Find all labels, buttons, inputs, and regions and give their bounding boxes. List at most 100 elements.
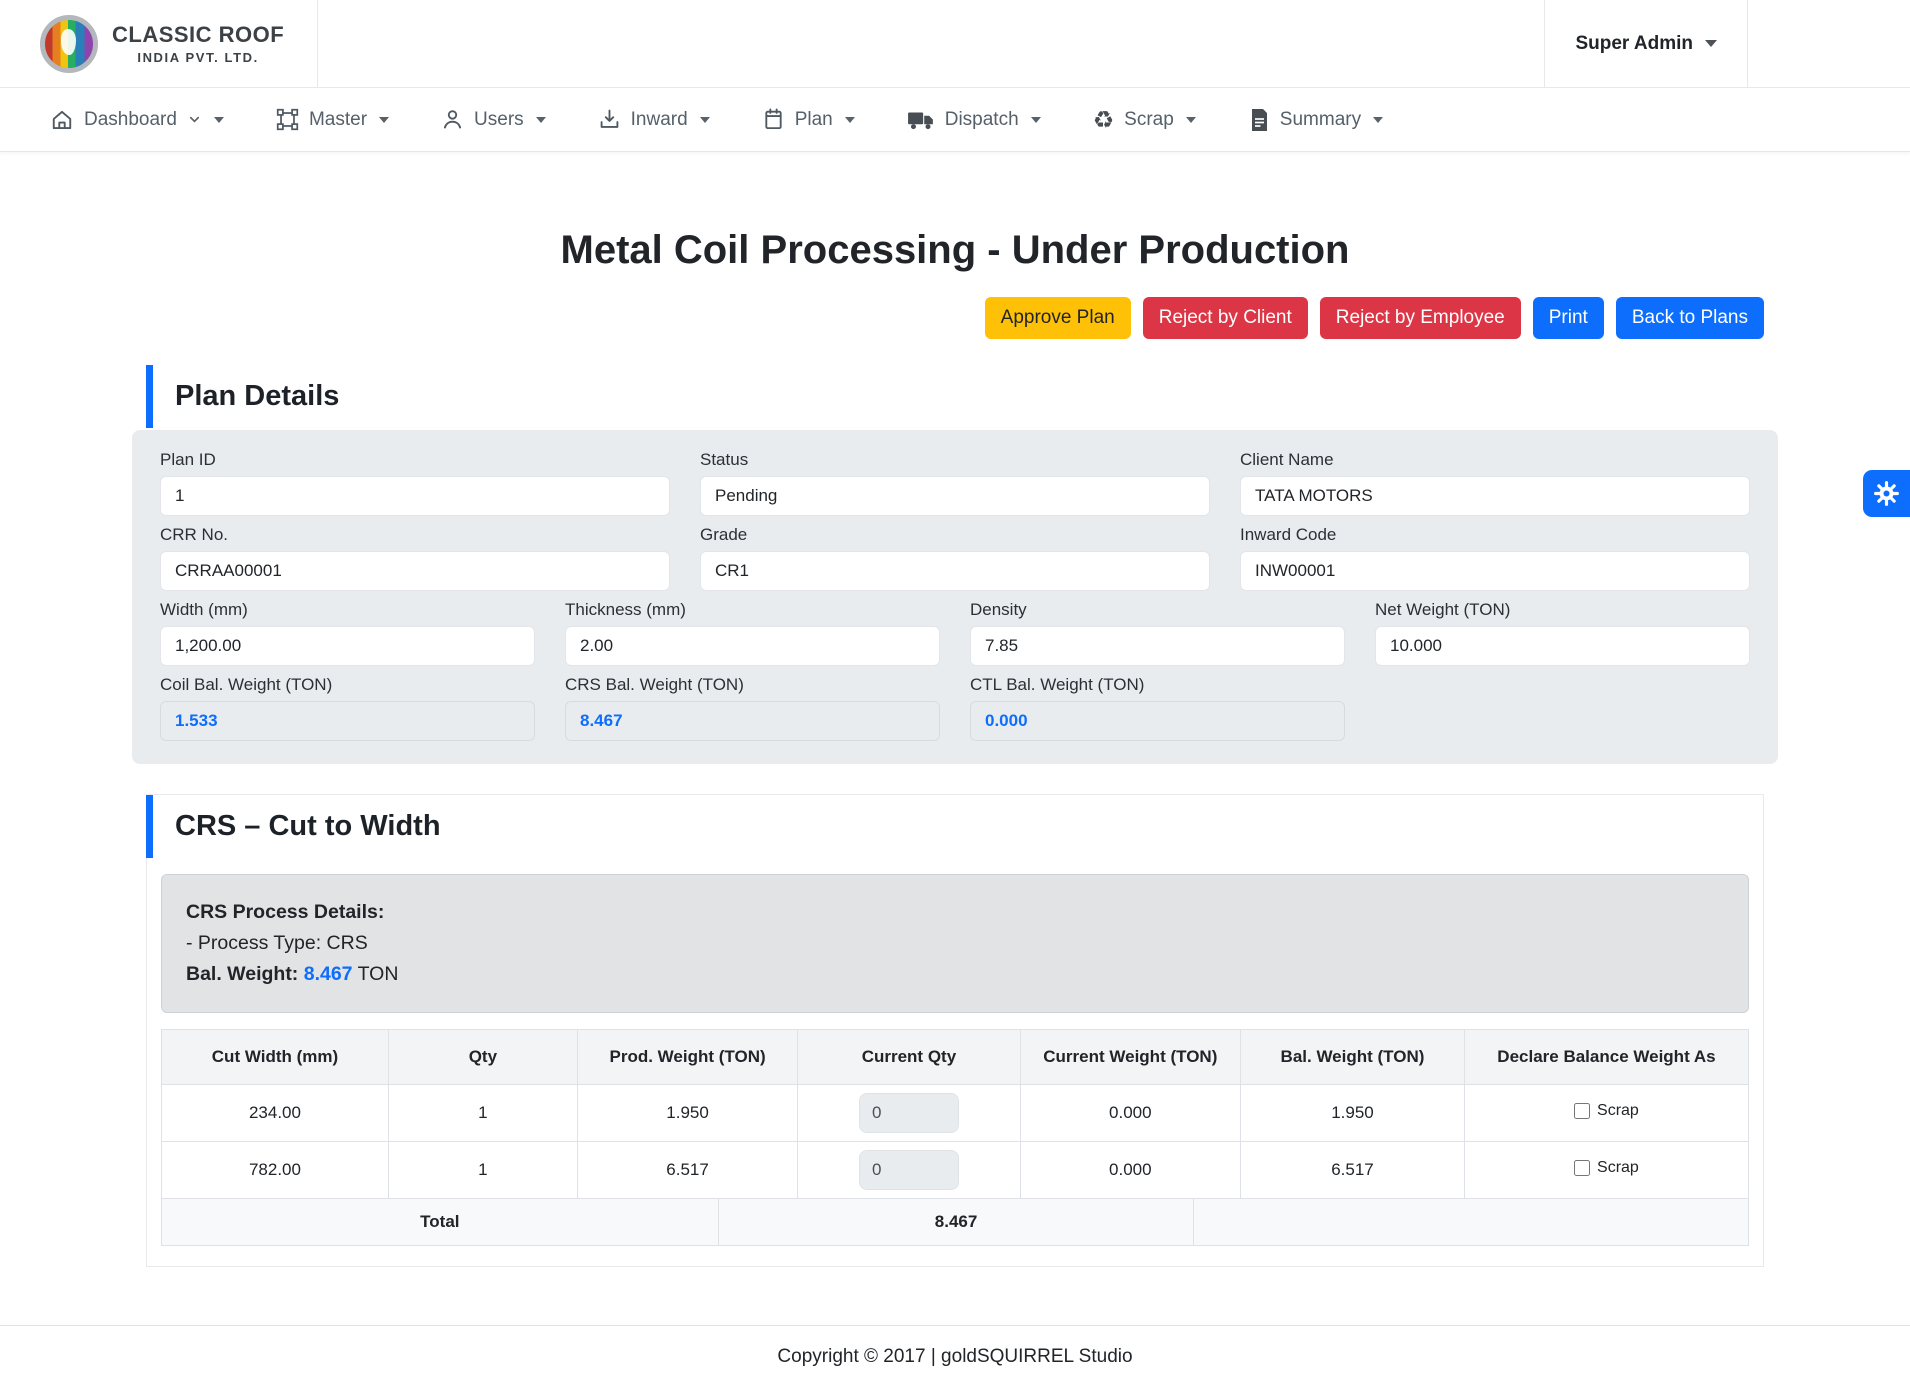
bal-weight-unit: TON xyxy=(358,963,399,985)
table-total-row: Total 8.467 xyxy=(161,1199,1749,1246)
bal-weight-cell: 6.517 xyxy=(1241,1142,1465,1199)
prod-weight-cell: 1.950 xyxy=(577,1085,798,1142)
total-value: 8.467 xyxy=(719,1199,1195,1245)
process-bal-line: Bal. Weight: 8.467 TON xyxy=(186,959,1724,990)
field-density: Density xyxy=(970,600,1345,666)
nav-label: Dispatch xyxy=(945,109,1019,131)
nav-label: Dashboard xyxy=(84,109,177,131)
user-menu[interactable]: Super Admin xyxy=(1544,0,1748,87)
user-menu-label: Super Admin xyxy=(1575,33,1693,55)
field-client-name: Client Name xyxy=(1240,450,1750,516)
file-text-icon xyxy=(1248,108,1270,132)
crs-heading: CRS – Cut to Width xyxy=(146,795,1763,858)
process-type-line: - Process Type: CRS xyxy=(186,928,1724,959)
caret-down-icon xyxy=(1373,117,1383,123)
field-label: Net Weight (TON) xyxy=(1375,600,1750,620)
client-name-input[interactable] xyxy=(1240,476,1750,516)
caret-down-icon xyxy=(1031,117,1041,123)
scrap-label: Scrap xyxy=(1597,1159,1639,1177)
reject-by-client-button[interactable]: Reject by Client xyxy=(1143,297,1308,339)
field-label: Inward Code xyxy=(1240,525,1750,545)
brand-logo-icon xyxy=(40,15,98,73)
main-content: Metal Coil Processing - Under Production… xyxy=(132,228,1778,1267)
nav-item-master[interactable]: Master xyxy=(276,108,389,131)
declare-cell: Scrap xyxy=(1464,1085,1748,1142)
nav-item-plan[interactable]: Plan xyxy=(762,108,855,131)
scrap-option[interactable]: Scrap xyxy=(1574,1159,1639,1177)
nav-item-users[interactable]: Users xyxy=(441,108,546,131)
settings-button[interactable] xyxy=(1863,470,1910,517)
field-label: Client Name xyxy=(1240,450,1750,470)
field-grade: Grade xyxy=(700,525,1210,591)
qty-cell: 1 xyxy=(388,1085,577,1142)
brand[interactable]: CLASSIC ROOF INDIA PVT. LTD. xyxy=(0,0,318,87)
crs-section: CRS – Cut to Width CRS Process Details: … xyxy=(146,794,1764,1267)
caret-down-icon xyxy=(1186,117,1196,123)
field-label: Grade xyxy=(700,525,1210,545)
scrap-option[interactable]: Scrap xyxy=(1574,1102,1639,1120)
declare-cell: Scrap xyxy=(1464,1142,1748,1199)
total-label: Total xyxy=(162,1199,719,1245)
table-row: 782.00 1 6.517 0.000 6.517 Scrap xyxy=(162,1142,1749,1199)
width-input[interactable] xyxy=(160,626,535,666)
field-label: CRR No. xyxy=(160,525,670,545)
nav-label: Plan xyxy=(795,109,833,131)
brand-subtitle: INDIA PVT. LTD. xyxy=(112,50,284,65)
scrap-label: Scrap xyxy=(1597,1102,1639,1120)
net-weight-input[interactable] xyxy=(1375,626,1750,666)
nav-item-dispatch[interactable]: Dispatch xyxy=(907,108,1041,132)
field-label: CRS Bal. Weight (TON) xyxy=(565,675,940,695)
field-inward-code: Inward Code xyxy=(1240,525,1750,591)
box-arrow-in-down-icon xyxy=(598,108,621,131)
status-input[interactable] xyxy=(700,476,1210,516)
reject-by-employee-button[interactable]: Reject by Employee xyxy=(1320,297,1521,339)
caret-down-icon xyxy=(1705,40,1717,47)
crs-bal-weight-input xyxy=(565,701,940,741)
scrap-checkbox[interactable] xyxy=(1574,1160,1590,1176)
top-header: CLASSIC ROOF INDIA PVT. LTD. Super Admin xyxy=(0,0,1910,88)
topbar-right-pad xyxy=(1748,0,1910,87)
approve-plan-button[interactable]: Approve Plan xyxy=(985,297,1131,339)
nav-item-inward[interactable]: Inward xyxy=(598,108,710,131)
inward-code-input[interactable] xyxy=(1240,551,1750,591)
field-net-weight: Net Weight (TON) xyxy=(1375,600,1750,666)
cut-width-cell: 234.00 xyxy=(162,1085,389,1142)
brand-text: CLASSIC ROOF INDIA PVT. LTD. xyxy=(112,22,284,65)
field-thickness: Thickness (mm) xyxy=(565,600,940,666)
nav-label: Users xyxy=(474,109,524,131)
total-empty-cell xyxy=(1194,1199,1748,1245)
gear-icon xyxy=(1873,480,1900,507)
table-header-row: Cut Width (mm) Qty Prod. Weight (TON) Cu… xyxy=(162,1030,1749,1085)
current-weight-cell: 0.000 xyxy=(1020,1142,1241,1199)
field-label: CTL Bal. Weight (TON) xyxy=(970,675,1345,695)
vector-square-icon xyxy=(276,108,299,131)
nav-label: Scrap xyxy=(1124,109,1174,131)
crs-table: Cut Width (mm) Qty Prod. Weight (TON) Cu… xyxy=(161,1029,1749,1199)
density-input[interactable] xyxy=(970,626,1345,666)
nav-item-scrap[interactable]: ♻ Scrap xyxy=(1093,108,1196,132)
nav-item-summary[interactable]: Summary xyxy=(1248,108,1383,132)
plan-id-input[interactable] xyxy=(160,476,670,516)
col-current-weight: Current Weight (TON) xyxy=(1020,1030,1241,1085)
grade-input[interactable] xyxy=(700,551,1210,591)
main-nav: Dashboard Master Users Inward Plan xyxy=(0,88,1910,152)
back-to-plans-button[interactable]: Back to Plans xyxy=(1616,297,1764,339)
thickness-input[interactable] xyxy=(565,626,940,666)
bal-weight-label: Bal. Weight: xyxy=(186,963,298,985)
print-button[interactable]: Print xyxy=(1533,297,1604,339)
col-qty: Qty xyxy=(388,1030,577,1085)
col-declare-balance: Declare Balance Weight As xyxy=(1464,1030,1748,1085)
current-qty-input[interactable] xyxy=(859,1150,959,1190)
scrap-checkbox[interactable] xyxy=(1574,1103,1590,1119)
current-qty-input[interactable] xyxy=(859,1093,959,1133)
crr-no-input[interactable] xyxy=(160,551,670,591)
field-label: Thickness (mm) xyxy=(565,600,940,620)
plan-details-heading: Plan Details xyxy=(146,365,1764,428)
caret-down-icon xyxy=(700,117,710,123)
col-cut-width: Cut Width (mm) xyxy=(162,1030,389,1085)
field-label: Width (mm) xyxy=(160,600,535,620)
field-crs-bal-weight: CRS Bal. Weight (TON) xyxy=(565,675,940,741)
nav-item-dashboard[interactable]: Dashboard xyxy=(50,108,224,132)
page-title: Metal Coil Processing - Under Production xyxy=(132,228,1778,273)
field-label: Coil Bal. Weight (TON) xyxy=(160,675,535,695)
